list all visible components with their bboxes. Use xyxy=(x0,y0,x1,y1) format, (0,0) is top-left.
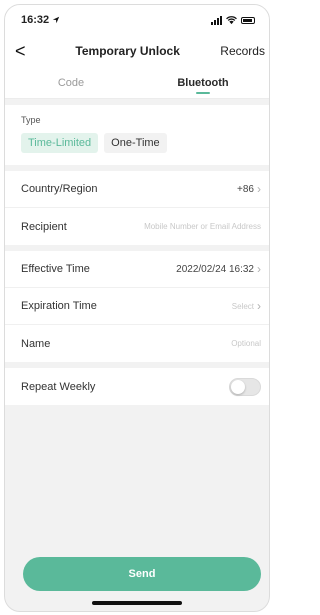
recipient-row[interactable]: Recipient Mobile Number or Email Address xyxy=(5,208,269,245)
time-section: Effective Time 2022/02/24 16:32 › Expira… xyxy=(5,251,269,362)
repeat-section: Repeat Weekly xyxy=(5,368,269,405)
tab-bluetooth[interactable]: Bluetooth xyxy=(137,67,269,98)
expiration-time-row[interactable]: Expiration Time Select › xyxy=(5,288,269,325)
home-indicator xyxy=(92,601,182,605)
location-arrow-icon xyxy=(52,16,60,24)
send-button[interactable]: Send xyxy=(23,557,261,591)
effective-time-label: Effective Time xyxy=(21,263,90,275)
repeat-weekly-row: Repeat Weekly xyxy=(5,368,269,405)
recipient-label: Recipient xyxy=(21,220,67,233)
effective-time-row[interactable]: Effective Time 2022/02/24 16:32 › xyxy=(5,251,269,288)
type-options: Time-Limited One-Time xyxy=(21,133,253,153)
type-section: Type Time-Limited One-Time xyxy=(5,105,269,165)
chevron-right-icon: › xyxy=(257,262,261,276)
toggle-knob xyxy=(231,379,245,394)
expiration-time-label: Expiration Time xyxy=(21,300,97,312)
nav-header: < Temporary Unlock Records xyxy=(5,35,269,67)
chevron-right-icon: › xyxy=(257,182,261,196)
repeat-weekly-toggle[interactable] xyxy=(229,377,261,396)
battery-icon xyxy=(241,16,255,24)
type-option-one-time[interactable]: One-Time xyxy=(104,133,167,153)
wifi-icon xyxy=(226,15,237,24)
type-label: Type xyxy=(21,115,41,125)
page-title: Temporary Unlock xyxy=(75,44,180,58)
country-code-value: +86 xyxy=(237,183,254,195)
chevron-right-icon: › xyxy=(257,299,261,313)
signal-icon xyxy=(211,15,222,25)
name-label: Name xyxy=(21,337,51,350)
repeat-weekly-label: Repeat Weekly xyxy=(21,380,96,393)
status-time: 16:32 xyxy=(21,14,50,26)
name-input[interactable]: Optional xyxy=(231,339,261,348)
type-option-time-limited[interactable]: Time-Limited xyxy=(21,133,99,153)
phone-screen: 16:32 < Temporary Unlock Records Code Bl… xyxy=(4,4,270,612)
name-row[interactable]: Name Optional xyxy=(5,325,269,362)
tab-bar: Code Bluetooth xyxy=(5,67,269,99)
country-region-label: Country/Region xyxy=(21,183,98,195)
records-button[interactable]: Records xyxy=(220,44,265,58)
effective-time-value: 2022/02/24 16:32 xyxy=(176,263,254,275)
back-arrow-icon[interactable]: < xyxy=(15,42,35,60)
status-bar: 16:32 xyxy=(5,5,269,35)
tab-code[interactable]: Code xyxy=(5,67,137,98)
country-region-row[interactable]: Country/Region +86 › xyxy=(5,171,269,208)
recipient-input[interactable]: Mobile Number or Email Address xyxy=(144,222,261,231)
recipient-section: Country/Region +86 › Recipient Mobile Nu… xyxy=(5,171,269,245)
expiration-time-value: Select xyxy=(231,301,254,311)
